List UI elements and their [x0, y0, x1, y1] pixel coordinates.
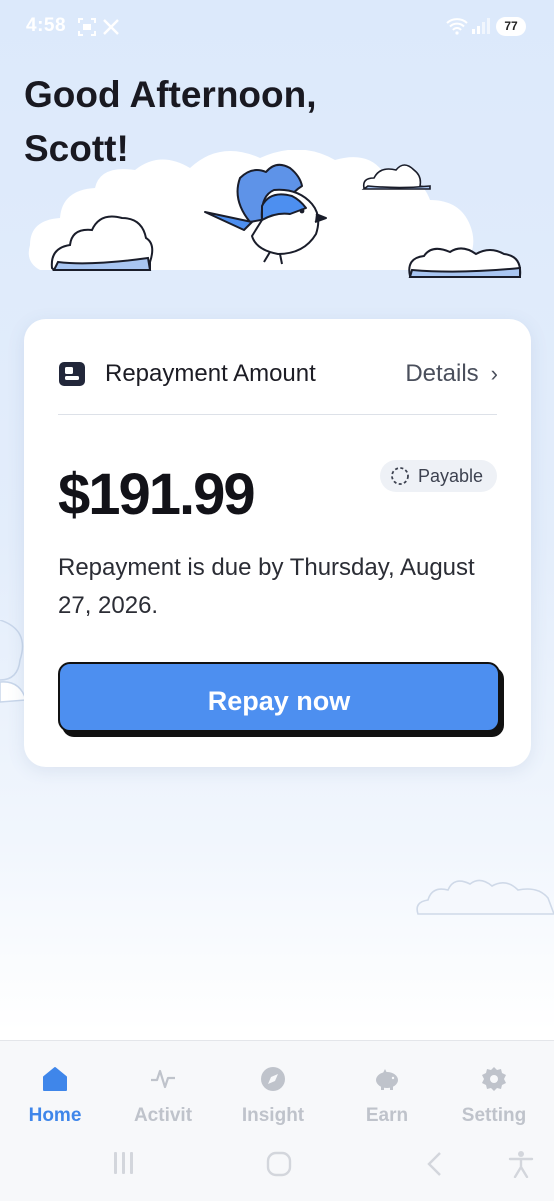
recent-apps-icon[interactable]: [112, 1150, 136, 1176]
details-link[interactable]: Details ›: [405, 359, 498, 389]
nav-label-home: Home: [28, 1105, 82, 1126]
x-logo-icon: [103, 19, 119, 35]
nav-item-insight[interactable]: Insight: [223, 1065, 323, 1127]
cloud-decoration-bottom-right: [416, 879, 554, 915]
status-badge: Payable: [379, 460, 497, 492]
nav-item-earn[interactable]: Earn: [337, 1065, 437, 1127]
pending-circle-icon: [391, 467, 409, 485]
greeting-line-1: Good Afternoon,: [24, 74, 317, 115]
signal-icon: [472, 18, 490, 34]
chevron-right-icon: ›: [490, 361, 498, 386]
bird-clouds-illustration: [28, 150, 522, 278]
status-time: 4:58: [26, 15, 67, 36]
nav-item-activity[interactable]: Activit: [113, 1065, 213, 1127]
card-title: Repayment Amount: [105, 360, 316, 387]
nav-label-earn: Earn: [365, 1105, 409, 1126]
wallet-icon: [59, 362, 85, 386]
repay-now-button[interactable]: Repay now: [58, 662, 500, 732]
nav-item-home[interactable]: Home: [5, 1065, 105, 1127]
repayment-card: Repayment Amount Details › $191.99 Payabl…: [24, 319, 531, 767]
status-badge-label: Payable: [417, 466, 483, 486]
nav-label-activity: Activit: [133, 1105, 193, 1126]
details-label: Details: [405, 360, 479, 387]
accessibility-icon[interactable]: [508, 1150, 534, 1178]
home-icon: [43, 1067, 67, 1091]
card-header: Repayment Amount Details ›: [58, 359, 498, 389]
system-nav-bar: [0, 1140, 554, 1200]
activity-icon: [151, 1069, 175, 1089]
nav-item-settings[interactable]: Setting: [444, 1065, 544, 1127]
gear-icon: [482, 1067, 506, 1091]
home-button-icon[interactable]: [265, 1150, 293, 1178]
status-bar: 4:58 77: [0, 0, 554, 56]
due-date-text: Repayment is due by Thursday, August 27,…: [58, 554, 475, 619]
insight-icon: [261, 1067, 285, 1091]
piggy-bank-icon: [376, 1069, 398, 1090]
battery-indicator: 77: [496, 17, 526, 36]
wifi-icon: [446, 18, 468, 35]
repayment-amount: $191.99: [58, 462, 256, 527]
screenshot-icon: [78, 18, 96, 36]
nav-label-insight: Insight: [241, 1105, 305, 1126]
nav-label-settings: Setting: [461, 1105, 527, 1126]
card-divider: [58, 414, 497, 415]
back-icon[interactable]: [424, 1150, 444, 1178]
